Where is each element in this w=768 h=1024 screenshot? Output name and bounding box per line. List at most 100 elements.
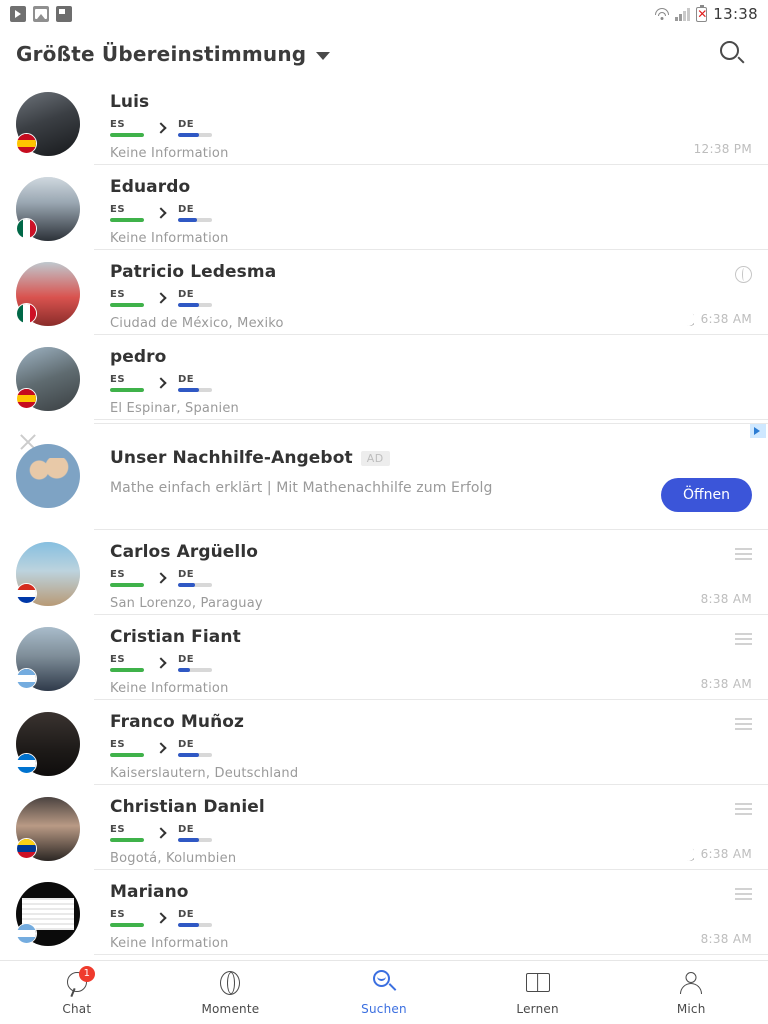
- nav-item-suchen[interactable]: Suchen: [307, 969, 461, 1016]
- avatar[interactable]: [16, 262, 80, 326]
- avatar[interactable]: [16, 712, 80, 776]
- learning-language-level-bar: [178, 923, 212, 927]
- user-list-item[interactable]: Luis ES DE Keine Information 12:38 PM: [0, 80, 768, 165]
- status-bar: ✕ 13:38: [0, 0, 768, 28]
- search-button[interactable]: [716, 37, 750, 71]
- battery-error-icon: ✕: [696, 4, 708, 22]
- row-menu-icon[interactable]: [735, 888, 752, 900]
- native-language: ES: [110, 119, 144, 137]
- avatar[interactable]: [16, 627, 80, 691]
- native-language-label: ES: [110, 909, 126, 920]
- country-flag-ar: [16, 668, 37, 689]
- search-icon: [720, 41, 739, 60]
- native-language: ES: [110, 289, 144, 307]
- user-name: Christian Daniel: [110, 797, 265, 817]
- user-list-group-top: Luis ES DE Keine Information 12:38 PM Eduardo…: [0, 80, 768, 420]
- chevron-right-icon: [155, 122, 167, 134]
- user-list-item[interactable]: Mariano ES DE Keine Information 8:38 AM: [0, 870, 768, 955]
- user-location: Keine Information: [110, 146, 229, 161]
- user-list-item[interactable]: pedro ES DE El Espinar, Spanien: [0, 335, 768, 420]
- status-bar-system: ✕ 13:38: [654, 4, 758, 23]
- learning-language-level-bar: [178, 668, 212, 672]
- row-menu-icon[interactable]: [735, 548, 752, 560]
- image-notification-icon: [33, 6, 49, 22]
- user-list-item[interactable]: Eduardo ES DE Keine Information: [0, 165, 768, 250]
- native-language-label: ES: [110, 289, 126, 300]
- row-menu-icon[interactable]: [735, 718, 752, 730]
- avatar[interactable]: [16, 882, 80, 946]
- native-language-label: ES: [110, 119, 126, 130]
- local-time: 6:38 AM: [700, 847, 752, 861]
- learning-language-level-bar: [178, 838, 212, 842]
- app-root: ✕ 13:38 Größte Übereinstimmung Luis ES DE K…: [0, 0, 768, 1024]
- ad-description: Mathe einfach erklärt | Mit Mathenachhil…: [110, 480, 493, 496]
- ad-choices-icon[interactable]: [750, 424, 766, 438]
- nav-item-momente[interactable]: Momente: [154, 970, 308, 1016]
- chevron-right-icon: [155, 207, 167, 219]
- nav-item-chat[interactable]: 1 Chat: [0, 965, 154, 1016]
- status-bar-clock: 13:38: [713, 5, 758, 23]
- book-icon: [525, 970, 551, 996]
- avatar[interactable]: [16, 347, 80, 411]
- chevron-right-icon: [155, 742, 167, 754]
- user-list-item[interactable]: Christian Daniel ES DE Bogotá, Kolumbien 6:3…: [0, 785, 768, 870]
- ad-title: Unser Nachhilfe-Angebot: [110, 448, 353, 468]
- ad-open-button[interactable]: Öffnen: [660, 478, 752, 512]
- chevron-right-icon: [155, 657, 167, 669]
- learning-language-label: DE: [178, 374, 195, 385]
- country-flag-co: [16, 838, 37, 859]
- learning-language-label: DE: [178, 569, 195, 580]
- learning-language: DE: [178, 569, 212, 587]
- chevron-right-icon: [155, 292, 167, 304]
- learning-language-label: DE: [178, 289, 195, 300]
- search-icon: [371, 969, 397, 996]
- native-language: ES: [110, 374, 144, 392]
- local-time: 12:38 PM: [693, 142, 752, 156]
- native-language: ES: [110, 654, 144, 672]
- learning-language: DE: [178, 824, 212, 842]
- user-list-item[interactable]: Patricio Ledesma ES DE Ciudad de México, Me…: [0, 250, 768, 335]
- local-time: 8:38 AM: [700, 932, 752, 946]
- avatar[interactable]: [16, 797, 80, 861]
- user-list-item[interactable]: Carlos Argüello ES DE San Lorenzo, Paraguay…: [0, 530, 768, 615]
- user-location: El Espinar, Spanien: [110, 401, 239, 416]
- user-name: Carlos Argüello: [110, 542, 259, 562]
- user-list-item[interactable]: Cristian Fiant ES DE Keine Information 8:38 …: [0, 615, 768, 700]
- country-flag-py: [16, 583, 37, 604]
- learning-language-label: DE: [178, 204, 195, 215]
- night-moon-icon: [681, 312, 694, 326]
- sort-filter-dropdown[interactable]: Größte Übereinstimmung: [16, 42, 331, 66]
- ad-row[interactable]: Unser Nachhilfe-Angebot AD Mathe einfach…: [0, 420, 768, 530]
- native-language-level-bar: [110, 753, 144, 757]
- user-list-item[interactable]: Franco Muñoz ES DE Kaiserslautern, Deutschl…: [0, 700, 768, 785]
- row-menu-icon[interactable]: [735, 633, 752, 645]
- native-language-level-bar: [110, 218, 144, 222]
- avatar[interactable]: [16, 177, 80, 241]
- learning-language-label: DE: [178, 654, 195, 665]
- avatar[interactable]: [16, 92, 80, 156]
- country-flag-mx: [16, 303, 37, 324]
- row-menu-icon[interactable]: [735, 803, 752, 815]
- country-flag-es: [16, 388, 37, 409]
- native-language: ES: [110, 824, 144, 842]
- user-list[interactable]: Luis ES DE Keine Information 12:38 PM Eduardo…: [0, 80, 768, 960]
- native-language: ES: [110, 204, 144, 222]
- learning-language-level-bar: [178, 133, 212, 137]
- learning-language-level-bar: [178, 753, 212, 757]
- language-pair: ES DE: [110, 289, 752, 307]
- user-name: pedro: [110, 347, 167, 367]
- user-location: Kaiserslautern, Deutschland: [110, 766, 299, 781]
- native-language-label: ES: [110, 824, 126, 835]
- nav-item-lernen[interactable]: Lernen: [461, 970, 615, 1016]
- learning-language: DE: [178, 204, 212, 222]
- language-pair: ES DE: [110, 739, 752, 757]
- ad-badge: AD: [360, 450, 390, 466]
- user-name: Patricio Ledesma: [110, 262, 277, 282]
- native-language-label: ES: [110, 654, 126, 665]
- row-divider: [94, 954, 768, 955]
- local-time: 8:38 AM: [700, 592, 752, 606]
- learning-language: DE: [178, 654, 212, 672]
- user-name: Eduardo: [110, 177, 191, 197]
- avatar[interactable]: [16, 542, 80, 606]
- nav-item-mich[interactable]: Mich: [614, 970, 768, 1016]
